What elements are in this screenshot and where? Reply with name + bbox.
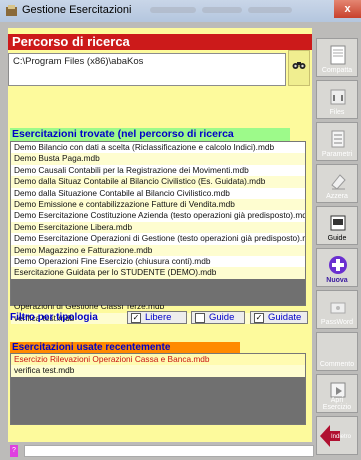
binoculars-icon	[292, 62, 306, 69]
list-item[interactable]: Esercitazione Guidata per lo STUDENTE (D…	[11, 267, 305, 279]
list-item[interactable]: Demo dalla Situaz Contabile al Bilancio …	[11, 176, 305, 188]
button-label: Nuova	[326, 277, 348, 284]
search-path-field[interactable]: C:\Program Files (x86)\abaKos	[8, 53, 286, 86]
filter-label: Filtro per tipologia	[10, 312, 98, 323]
commento-button[interactable]: Commento	[316, 332, 358, 371]
checkbox-label: Libere	[145, 312, 172, 323]
button-label: PassWord	[320, 319, 354, 326]
recent-exercises-header: Esercitazioni usate recentemente	[10, 342, 240, 353]
guide-icon	[330, 215, 346, 231]
list-item[interactable]: verifica test.mdb	[11, 365, 305, 377]
checkbox-empty-icon	[195, 313, 205, 323]
password-button[interactable]: PassWord	[316, 290, 358, 329]
files-button[interactable]: Files	[316, 80, 358, 119]
button-label: Commento	[319, 361, 355, 368]
nuova-button[interactable]: Nuova	[316, 248, 358, 287]
parameters-icon	[331, 130, 345, 148]
blurred-title-text	[150, 7, 196, 13]
status-field	[24, 445, 314, 457]
button-label: Guide	[327, 235, 347, 242]
list-item[interactable]: Demo Esercitazione Costituzione Azienda …	[11, 210, 305, 221]
guide-button[interactable]: Guide	[316, 206, 358, 245]
button-label: Azzera	[326, 193, 348, 200]
app-icon	[6, 5, 17, 16]
checkbox-label: Guide	[209, 312, 235, 323]
button-label: Apri Esercizio	[322, 397, 352, 411]
check-icon: ✓	[131, 313, 141, 323]
azzera-button[interactable]: Azzera	[316, 164, 358, 203]
list-item[interactable]: Demo Operazioni Fine Esercizio (chiusura…	[11, 256, 305, 267]
blurred-title-text	[202, 7, 242, 13]
password-icon	[330, 302, 346, 314]
window-title: Gestione Esercitazioni	[22, 4, 132, 16]
application-window: Gestione Esercitazioni x Percorso di ric…	[0, 0, 361, 460]
indietro-button[interactable]: Indietro	[316, 416, 358, 455]
title-bar: Gestione Esercitazioni x	[0, 0, 361, 22]
parametri-button[interactable]: Parametri	[316, 122, 358, 161]
list-item[interactable]: Demo Esercitazione Operazioni di Gestion…	[11, 233, 305, 244]
apri-esercizio-button[interactable]: Apri Esercizio	[316, 374, 358, 413]
filter-libere-checkbox[interactable]: ✓ Libere	[127, 311, 187, 324]
plus-icon	[329, 256, 347, 274]
search-path-heading: Percorso di ricerca	[8, 34, 312, 50]
button-label: Compatta	[321, 67, 353, 74]
compatta-button[interactable]: Compatta	[316, 38, 358, 77]
list-item[interactable]: Demo Bilancio con dati a scelta (Riclass…	[11, 142, 305, 153]
status-bar: ?	[10, 445, 314, 457]
filter-guide-checkbox[interactable]: Guide	[191, 311, 245, 324]
files-icon	[330, 89, 346, 105]
list-item[interactable]: Demo Magazzino e Fatturazione.mdb	[11, 244, 305, 256]
list-item[interactable]: Demo Emissione e contabilizzazione Fattu…	[11, 198, 305, 211]
search-button[interactable]	[288, 50, 310, 86]
checkbox-label: Guidate	[268, 312, 302, 323]
list-empty-area	[11, 279, 305, 305]
list-item[interactable]: Demo Busta Paga.mdb	[11, 153, 305, 165]
button-label: Indietro	[331, 434, 352, 440]
list-item[interactable]: Esercizio Rilevazioni Operazioni Cassa e…	[11, 354, 305, 366]
check-icon: ✓	[254, 313, 264, 323]
found-exercises-header: Esercitazioni trovate (nel percorso di r…	[10, 128, 290, 153]
recent-exercises-list[interactable]: Esercizio Rilevazioni Operazioni Cassa e…	[10, 353, 306, 425]
blurred-title-text	[248, 7, 292, 13]
list-item[interactable]: Demo dalla Situazione Contabile al Bilan…	[11, 188, 305, 199]
button-label: Files	[329, 109, 345, 116]
eraser-icon	[331, 174, 346, 190]
compact-icon	[330, 45, 346, 65]
filter-guidate-checkbox[interactable]: ✓ Guidate	[250, 311, 308, 324]
close-button[interactable]: x	[334, 0, 361, 18]
status-marker: ?	[10, 445, 18, 457]
list-item[interactable]: Demo Causali Contabili per la Registrazi…	[11, 165, 305, 176]
list-item[interactable]: Demo Esercitazione Libera.mdb	[11, 221, 305, 234]
button-label: Parametri	[321, 151, 353, 158]
